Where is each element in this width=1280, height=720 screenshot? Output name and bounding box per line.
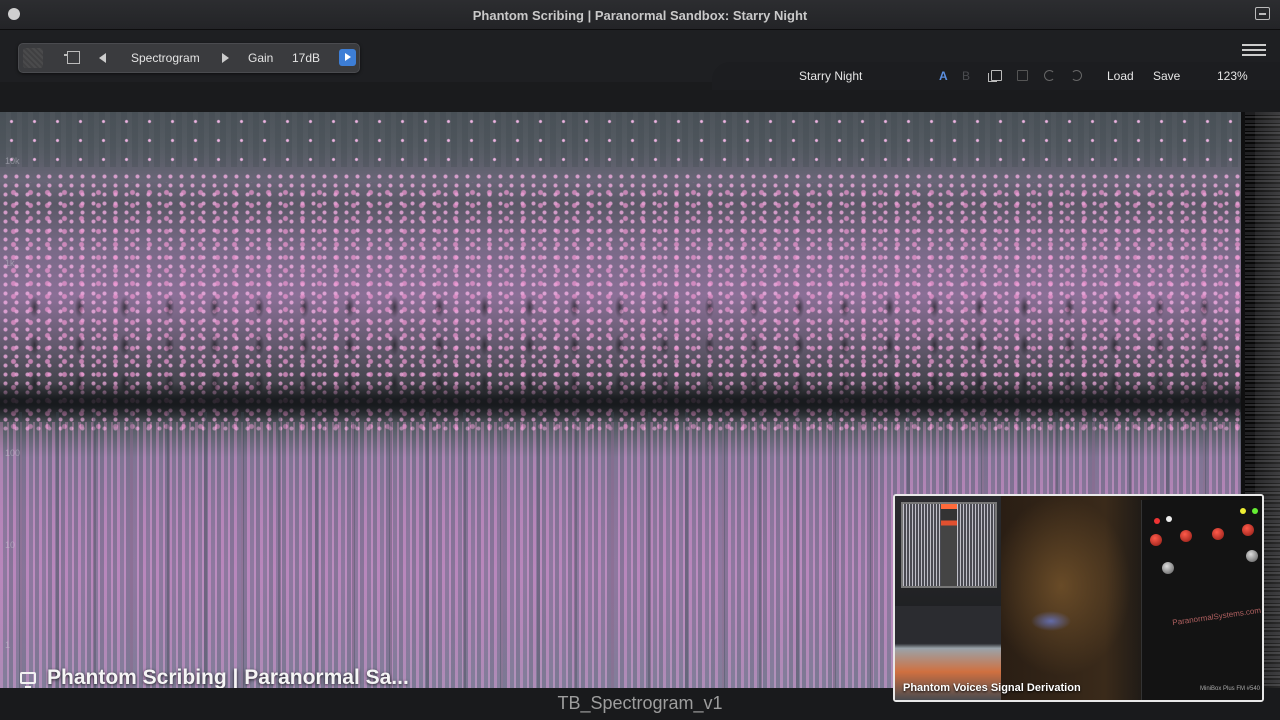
- undo-icon[interactable]: [1044, 70, 1055, 81]
- zoom-level[interactable]: 123%: [1217, 69, 1248, 83]
- webcam-inset: ParanormalSystems.com MiniBox Plus FM #5…: [893, 494, 1264, 702]
- ab-compare-b-button[interactable]: B: [962, 69, 970, 83]
- led-icon: [1166, 516, 1172, 522]
- knob-icon: [1246, 550, 1258, 562]
- knob-icon: [1162, 562, 1174, 574]
- load-button[interactable]: Load: [1107, 69, 1134, 83]
- window-title: Phantom Scribing | Paranormal Sandbox: S…: [472, 8, 808, 23]
- knob-icon: [1242, 524, 1254, 536]
- save-button[interactable]: Save: [1153, 69, 1180, 83]
- led-icon: [1154, 518, 1160, 524]
- cam-screen-image: [901, 502, 997, 588]
- device-brand: ParanormalSystems.com: [1171, 605, 1262, 628]
- knob-icon: [1212, 528, 1224, 540]
- cam-device-box: ParanormalSystems.com MiniBox Plus FM #5…: [1141, 500, 1262, 700]
- led-icon: [1252, 508, 1258, 514]
- ab-compare-a-button[interactable]: A: [939, 69, 948, 83]
- menu-icon[interactable]: [1242, 44, 1266, 56]
- paste-icon[interactable]: [1017, 70, 1028, 81]
- monitor-icon: [20, 672, 36, 688]
- led-icon: [1240, 508, 1246, 514]
- freq-label-10: 10: [5, 540, 16, 550]
- freq-label-1k: 1k: [5, 258, 15, 268]
- window-titlebar: Phantom Scribing | Paranormal Sandbox: S…: [0, 0, 1280, 30]
- preset-name[interactable]: Starry Night: [799, 69, 862, 83]
- cam-monitor-area: [895, 496, 1001, 700]
- freq-label-100: 100: [5, 448, 21, 458]
- webcam-caption: Phantom Voices Signal Derivation: [903, 682, 1081, 694]
- device-model: MiniBox Plus FM #540: [1200, 686, 1261, 692]
- stream-title: Phantom Scribing | Paranormal Sa...: [47, 666, 409, 689]
- preset-bar: Starry Night A B Load Save 123%: [0, 62, 1280, 112]
- freq-label-1: 1: [5, 640, 11, 650]
- knob-icon: [1150, 534, 1162, 546]
- freq-label-10k: 10k: [5, 156, 20, 166]
- copy-icon[interactable]: [988, 70, 1002, 82]
- knob-icon: [1180, 530, 1192, 542]
- minimize-icon[interactable]: [1255, 7, 1270, 20]
- redo-icon[interactable]: [1071, 70, 1082, 81]
- cam-hardware-area: ParanormalSystems.com MiniBox Plus FM #5…: [1001, 496, 1262, 700]
